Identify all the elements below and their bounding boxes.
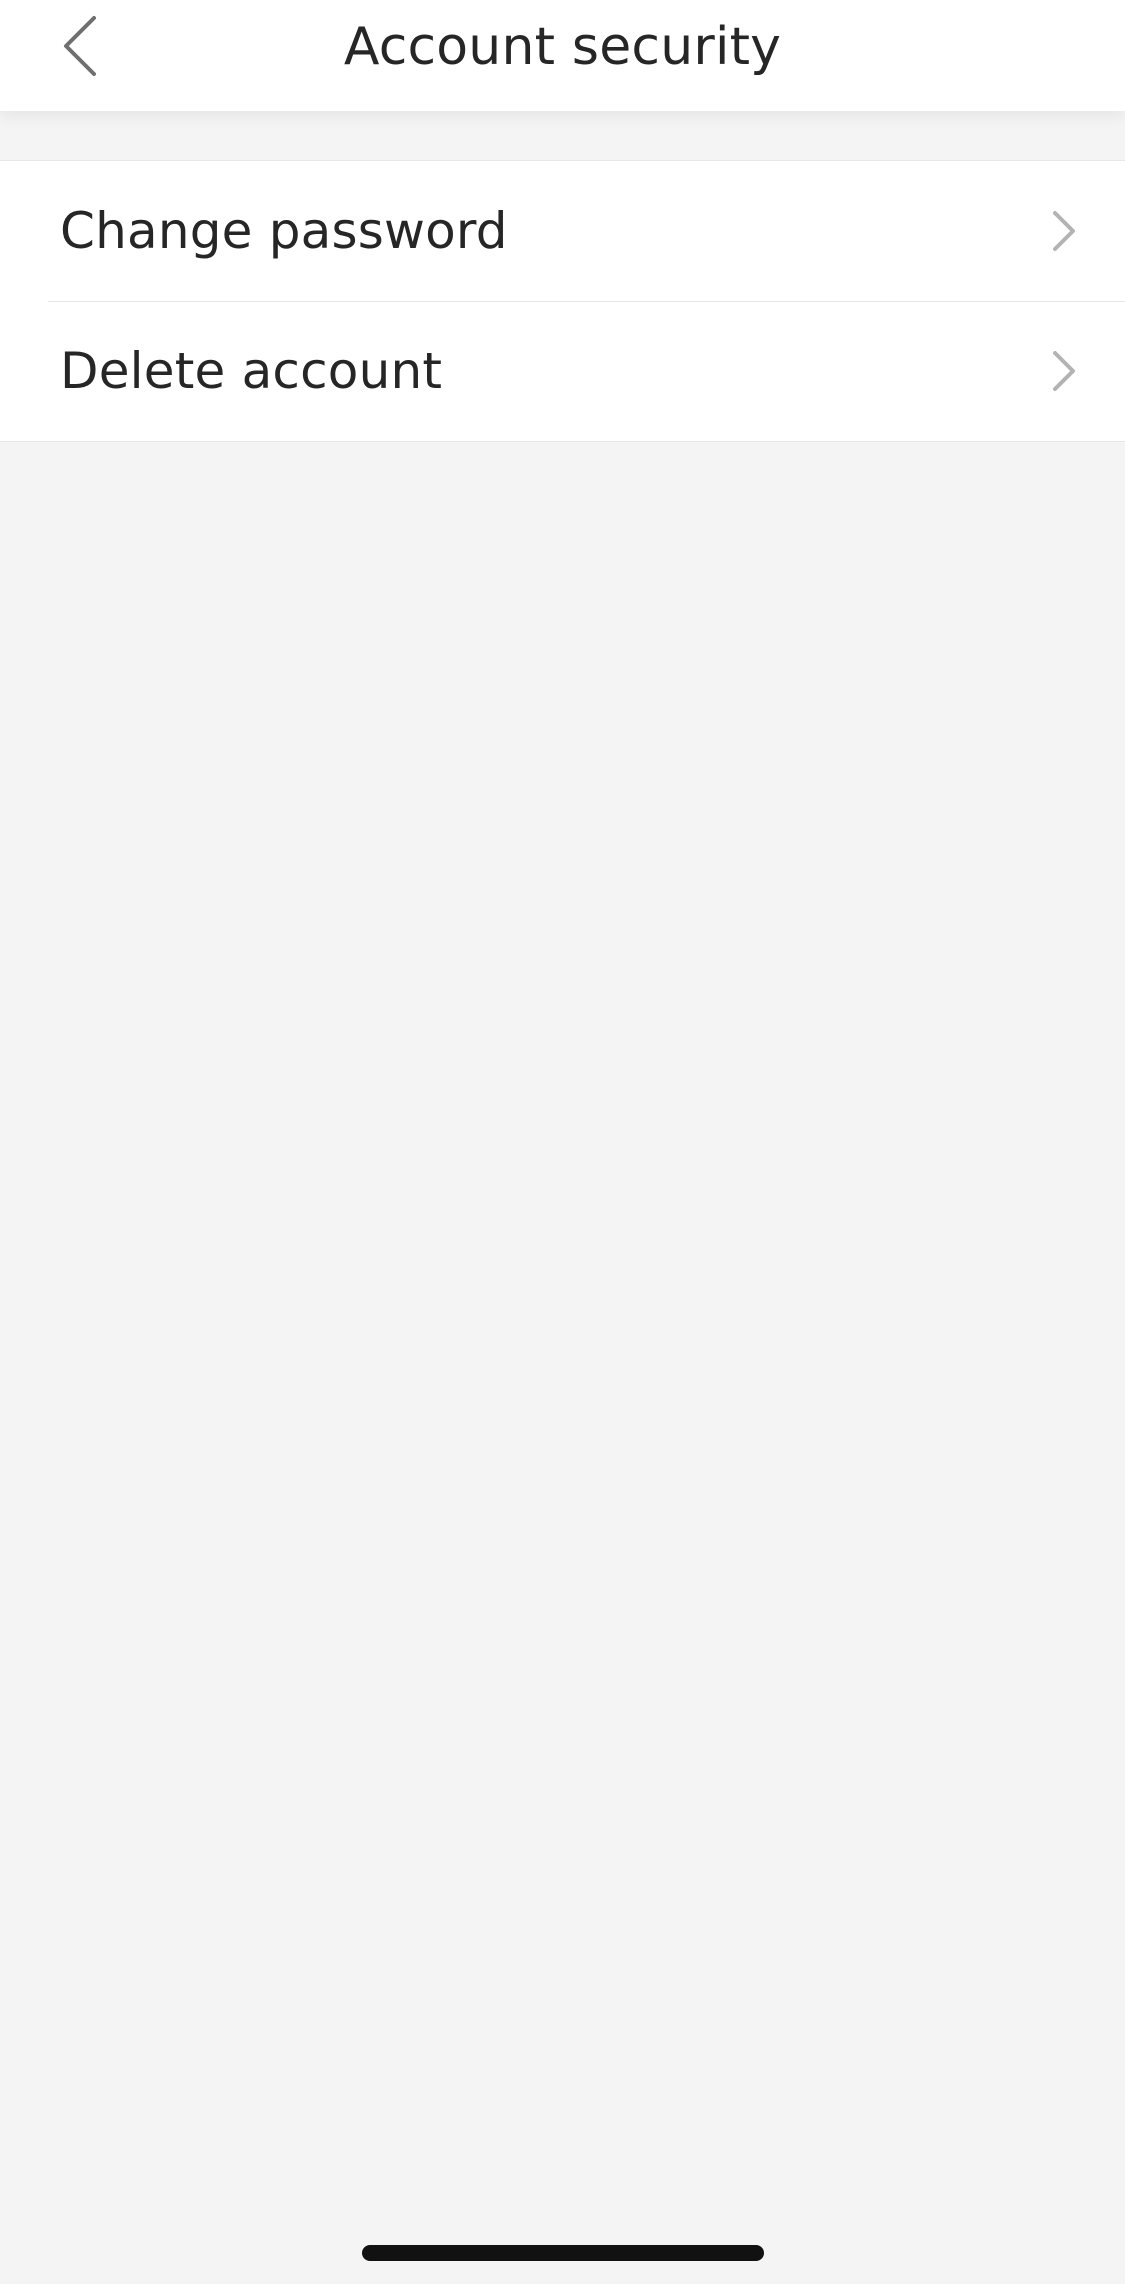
chevron-right-icon (1045, 349, 1081, 393)
chevron-right-icon (1045, 209, 1081, 253)
home-indicator (362, 2245, 764, 2261)
settings-list: Change password Delete account (0, 160, 1125, 442)
delete-account-row[interactable]: Delete account (0, 301, 1125, 441)
delete-account-label: Delete account (60, 342, 443, 400)
change-password-row[interactable]: Change password (0, 161, 1125, 301)
top-nav-bar: Account security (0, 0, 1125, 111)
page-title: Account security (343, 17, 782, 77)
change-password-label: Change password (60, 202, 508, 260)
